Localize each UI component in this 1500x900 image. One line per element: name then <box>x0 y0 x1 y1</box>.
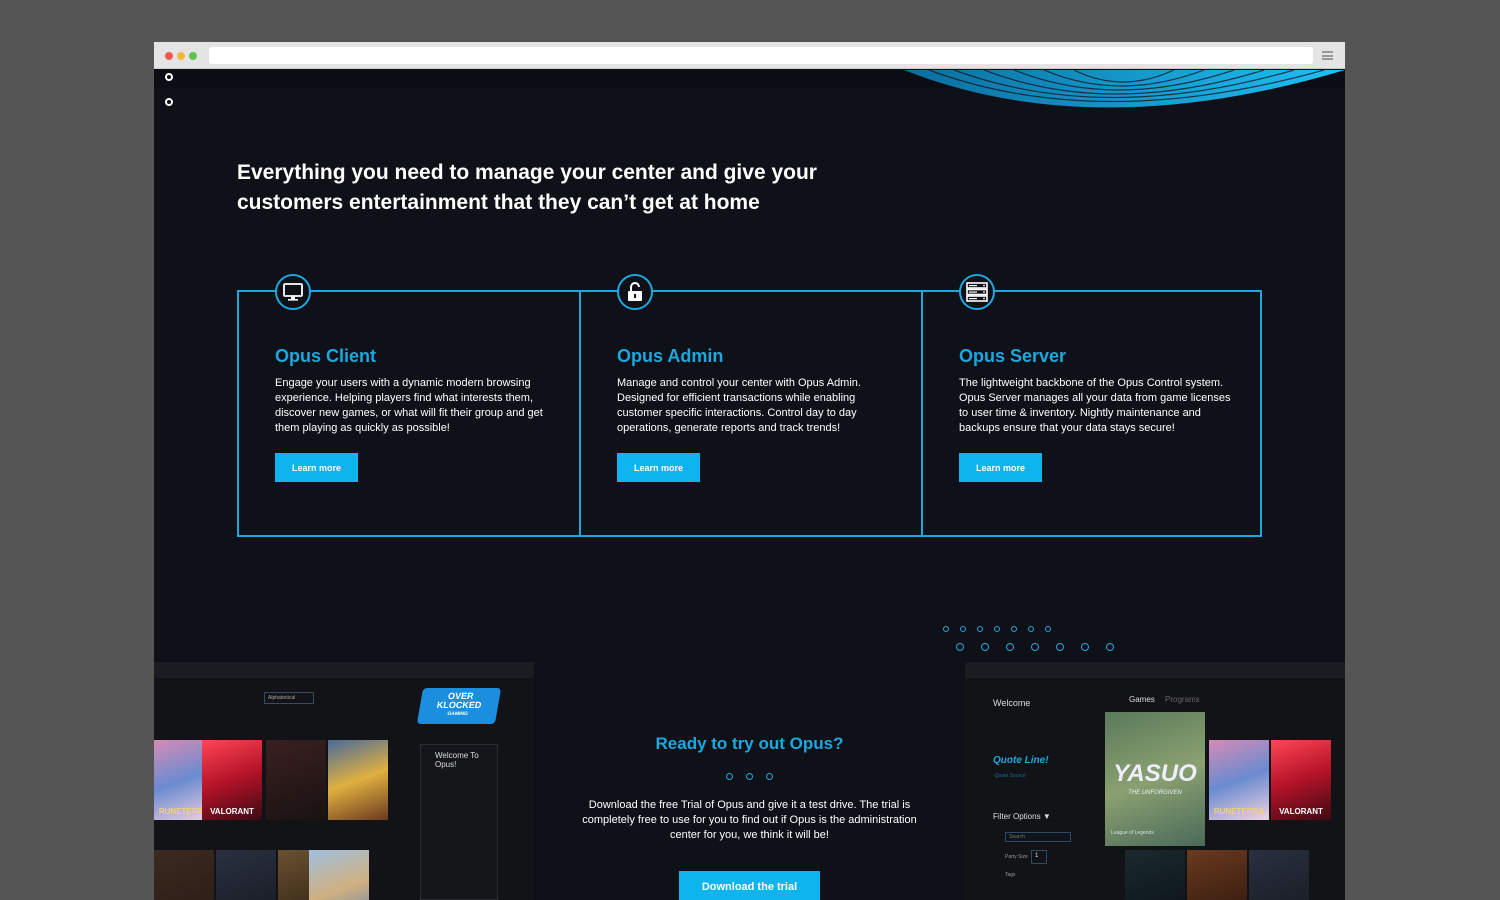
feature-title: Opus Server <box>959 346 1067 366</box>
menu-icon[interactable] <box>1322 51 1333 60</box>
download-trial-button[interactable]: Download the trial <box>679 871 820 900</box>
sort-dropdown[interactable]: Alphabetical <box>264 692 314 704</box>
browser-chrome <box>154 42 1345 69</box>
overklocked-logo: OVER KLOCKED GAMING <box>416 688 502 724</box>
decorative-ring <box>165 98 173 106</box>
client-screenshot-right: Welcome Games Programs Quote Line! -Quot… <box>965 662 1345 900</box>
game-cover-runeterra[interactable]: RUNETERRA <box>1209 740 1269 820</box>
feature-description: Manage and control your center with Opus… <box>617 377 861 434</box>
tab-programs[interactable]: Programs <box>1165 695 1200 704</box>
feature-title: Opus Client <box>275 346 377 366</box>
learn-more-button[interactable]: Learn more <box>275 453 358 482</box>
game-cover[interactable] <box>309 850 369 900</box>
logo-line: GAMING <box>446 711 469 717</box>
browser-window: Everything you need to manage your cente… <box>154 42 1345 900</box>
quote-line: Quote Line! <box>993 755 1049 766</box>
featured-game-caption: League of Legends <box>1111 830 1154 836</box>
feature-description: The lightweight backbone of the Opus Con… <box>959 377 1231 434</box>
feature-card-admin: Opus Admin Manage and control your cente… <box>579 274 920 535</box>
feature-card-client: Opus Client Engage your users with a dyn… <box>239 274 580 535</box>
game-cover-label: VALORANT <box>210 807 254 816</box>
page-headline: Everything you need to manage your cente… <box>237 161 817 214</box>
game-cover-label: RUNETERRA <box>1213 807 1265 816</box>
decorative-arc <box>904 70 1345 108</box>
decorative-ring <box>165 73 173 81</box>
learn-more-button[interactable]: Learn more <box>959 453 1042 482</box>
cta-description: Download the free Trial of Opus and give… <box>582 799 917 841</box>
search-input[interactable]: Search <box>1005 832 1071 842</box>
featured-game-title: YASUO <box>1113 760 1197 787</box>
welcome-panel: Welcome To Opus! <box>420 744 498 900</box>
logo-line: KLOCKED <box>436 700 483 710</box>
featured-game-card[interactable]: YASUO THE UNFORGIVEN League of Legends <box>1105 712 1205 846</box>
filter-down-icon: ▼ <box>1042 812 1051 821</box>
feature-description: Engage your users with a dynamic modern … <box>275 377 543 434</box>
tags-label: Tags <box>1005 872 1016 878</box>
maximize-window-dot[interactable] <box>189 52 197 60</box>
game-cover[interactable] <box>1187 850 1247 900</box>
server-icon <box>959 274 995 310</box>
unlock-icon <box>617 274 653 310</box>
game-cover[interactable] <box>216 850 276 900</box>
filter-options-label: Filter Options <box>993 812 1041 821</box>
monitor-icon <box>275 274 311 310</box>
quote-source: -Quote Source <box>993 773 1026 779</box>
client-screenshot-left: Alphabetical OVER KLOCKED GAMING Welcome… <box>154 662 534 900</box>
address-bar[interactable] <box>209 47 1313 64</box>
game-cover-valorant[interactable]: VALORANT <box>1271 740 1331 820</box>
game-cover[interactable] <box>1125 850 1185 900</box>
learn-more-button[interactable]: Learn more <box>617 453 700 482</box>
party-size-label: Party Size <box>1005 854 1028 860</box>
party-size-stepper[interactable]: 1 <box>1031 850 1047 864</box>
game-cover[interactable] <box>154 850 214 900</box>
game-cover[interactable] <box>1249 850 1309 900</box>
featured-game-subtitle: THE UNFORGIVEN <box>1128 790 1182 796</box>
tab-games[interactable]: Games <box>1129 695 1155 704</box>
feature-cards: Opus Client Engage your users with a dyn… <box>237 274 1262 537</box>
page-content: Everything you need to manage your cente… <box>154 70 1345 900</box>
welcome-label: Welcome <box>993 698 1031 708</box>
minimize-window-dot[interactable] <box>177 52 185 60</box>
app-taskbar <box>965 662 1345 678</box>
feature-card-server: Opus Server The lightweight backbone of … <box>921 274 1262 535</box>
feature-title: Opus Admin <box>617 346 724 366</box>
close-window-dot[interactable] <box>165 52 173 60</box>
app-top-bar <box>154 662 534 678</box>
filter-options-toggle[interactable]: Filter Options ▼ <box>993 812 1051 821</box>
game-cover-label: VALORANT <box>1279 807 1323 816</box>
decorative-dots <box>726 773 774 781</box>
